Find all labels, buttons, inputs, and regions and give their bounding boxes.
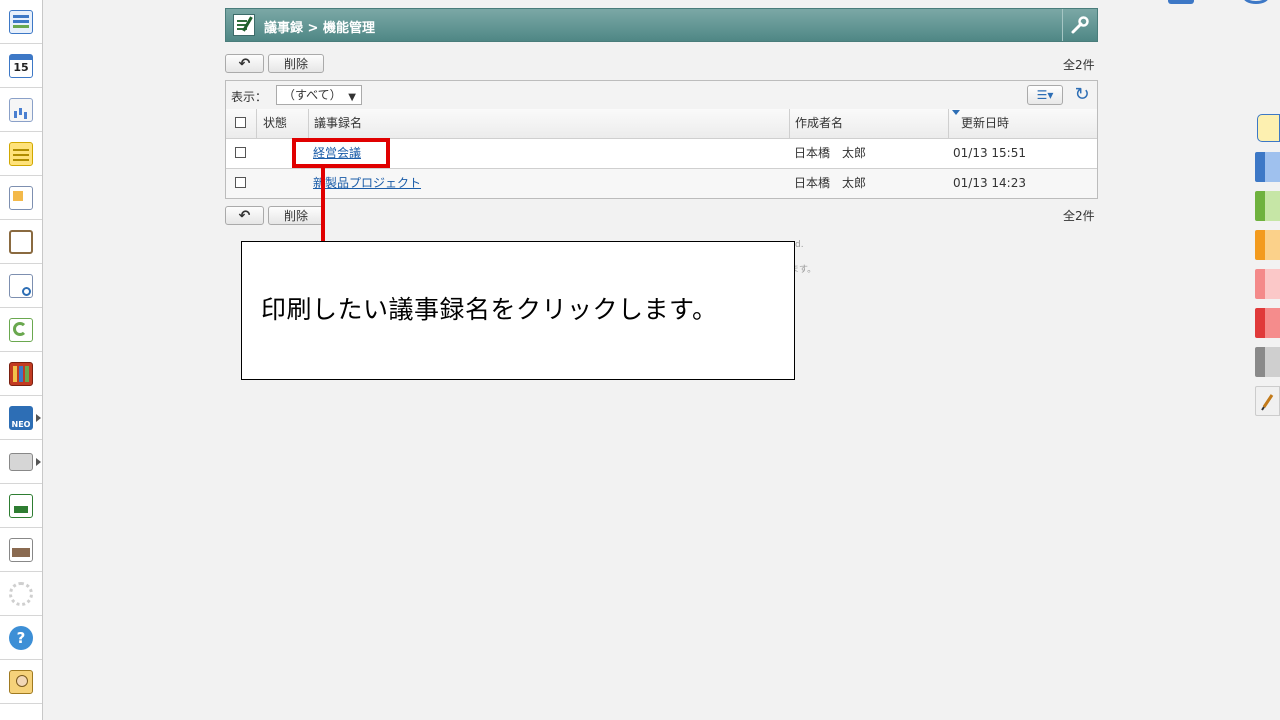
launcher-item-bulletin[interactable]: [0, 176, 42, 220]
column-header-updated[interactable]: 更新日時: [948, 109, 1097, 138]
launcher-item-facility[interactable]: [0, 88, 42, 132]
document-icon: [9, 185, 33, 210]
launcher-item-cabinet[interactable]: [0, 352, 42, 396]
launcher-item-memo[interactable]: [0, 132, 42, 176]
partial-toolbar-icon[interactable]: [1168, 0, 1194, 4]
refresh-button[interactable]: ↻: [1072, 85, 1092, 105]
color-tab-orange[interactable]: [1255, 230, 1280, 260]
color-tab-red[interactable]: [1255, 308, 1280, 338]
select-all-checkbox[interactable]: [235, 117, 246, 128]
portal-icon: [9, 9, 33, 34]
column-header-author[interactable]: 作成者名: [789, 109, 948, 138]
page-title: 議事録 > 機能管理: [264, 21, 375, 36]
delete-button-bottom[interactable]: 削除: [268, 206, 324, 225]
folder-icon: [9, 452, 33, 471]
launcher-item-workflow[interactable]: [0, 308, 42, 352]
sort-desc-icon: [952, 110, 960, 115]
expand-arrow-icon: [36, 458, 41, 466]
pencil-icon: [1261, 394, 1274, 411]
color-tab-pink[interactable]: [1255, 269, 1280, 299]
column-header-name[interactable]: 議事録名: [308, 109, 790, 138]
expand-arrow-icon: [36, 414, 41, 422]
support-person-icon: [9, 669, 33, 694]
filter-label: 表示：: [231, 90, 268, 104]
row-select-cell: [226, 139, 256, 168]
neo-icon: NEO: [9, 405, 33, 430]
launcher-item-app1[interactable]: [0, 484, 42, 528]
delete-button[interactable]: 削除: [268, 54, 324, 73]
list-view-icon: ☰▾: [1036, 88, 1054, 102]
back-button-bottom[interactable]: ↶: [225, 206, 264, 225]
filter-select-value: （すべて）: [283, 88, 342, 102]
column-header-status[interactable]: 状態: [256, 109, 308, 138]
table-row: 新製品プロジェクト 日本橋 太郎 01/13 14:23: [226, 169, 1097, 198]
row-name-cell: 新製品プロジェクト: [308, 169, 790, 198]
memo-icon: [9, 141, 33, 166]
launcher-item-settings[interactable]: [0, 572, 42, 616]
delete-button-label: 削除: [283, 209, 308, 223]
row-author: 日本橋 太郎: [794, 146, 867, 160]
launcher-item-report[interactable]: [0, 220, 42, 264]
launcher-item-neo[interactable]: NEO: [0, 396, 42, 440]
color-tab-green[interactable]: [1255, 191, 1280, 221]
delete-button-label: 削除: [283, 57, 308, 71]
clipboard-icon: [9, 229, 33, 254]
filter-bar: 表示： （すべて） ▼ ☰▾ ↻: [226, 81, 1097, 110]
app-photo-icon: [9, 537, 33, 562]
launcher-sidebar: 15 NEO ?: [0, 0, 43, 720]
launcher-item-folder[interactable]: [0, 440, 42, 484]
row-checkbox[interactable]: [235, 147, 246, 158]
launcher-item-support[interactable]: [0, 660, 42, 704]
calendar-day-text: 15: [13, 60, 29, 74]
item-count: 全2件: [1063, 58, 1095, 72]
undo-arrow-icon: ↶: [238, 207, 251, 224]
background-text: d.: [795, 240, 804, 250]
annotation-callout: 印刷したい議事録名をクリックします。: [241, 241, 795, 380]
gear-icon: [9, 581, 33, 606]
binder-icon: [9, 361, 33, 386]
search-doc-icon: [9, 273, 33, 298]
settings-wrench-button[interactable]: [1062, 9, 1097, 41]
launcher-item-portal[interactable]: [0, 0, 42, 44]
row-select-cell: [226, 169, 256, 198]
row-updated: 01/13 14:23: [953, 176, 1026, 190]
row-checkbox[interactable]: [235, 177, 246, 188]
view-options-button[interactable]: ☰▾: [1027, 85, 1063, 105]
minutes-app-icon: [233, 14, 255, 36]
launcher-item-search[interactable]: [0, 264, 42, 308]
filter-select[interactable]: （すべて） ▼: [276, 85, 362, 105]
chart-doc-icon: [9, 97, 33, 122]
undo-arrow-icon: ↶: [238, 55, 251, 72]
wrench-icon: [1071, 16, 1089, 34]
minutes-link[interactable]: 新製品プロジェクト: [313, 176, 421, 190]
callout-text: 印刷したい議事録名をクリックします。: [261, 295, 718, 324]
column-header-updated-label: 更新日時: [961, 116, 1010, 130]
launcher-item-help[interactable]: ?: [0, 616, 42, 660]
row-updated: 01/13 15:51: [953, 146, 1026, 160]
chevron-down-icon: ▼: [348, 92, 356, 103]
launcher-item-schedule[interactable]: 15: [0, 44, 42, 88]
neo-label: NEO: [11, 419, 31, 429]
color-tab-blue[interactable]: [1255, 152, 1280, 182]
select-all-cell: [226, 109, 256, 138]
color-tab-gray[interactable]: [1255, 347, 1280, 377]
row-status: [256, 169, 308, 198]
memo-pad-icon[interactable]: [1257, 114, 1280, 142]
app-banner-icon: [9, 493, 33, 518]
help-glyph: ?: [16, 628, 26, 647]
calendar-icon: 15: [9, 53, 33, 78]
refresh-doc-icon: [9, 317, 33, 342]
function-title-bar: 議事録 > 機能管理: [225, 8, 1098, 42]
item-count-bottom: 全2件: [1063, 209, 1095, 223]
annotation-highlight-box: [292, 138, 390, 168]
help-icon: ?: [9, 625, 33, 650]
pencil-tab[interactable]: [1255, 386, 1280, 416]
table-header: 状態 議事録名 作成者名 更新日時: [226, 109, 1097, 139]
back-button[interactable]: ↶: [225, 54, 264, 73]
refresh-icon: ↻: [1074, 84, 1090, 105]
annotation-leader-line: [321, 168, 325, 241]
row-author: 日本橋 太郎: [794, 176, 867, 190]
partial-circle-icon[interactable]: [1243, 0, 1269, 4]
launcher-item-app2[interactable]: [0, 528, 42, 572]
